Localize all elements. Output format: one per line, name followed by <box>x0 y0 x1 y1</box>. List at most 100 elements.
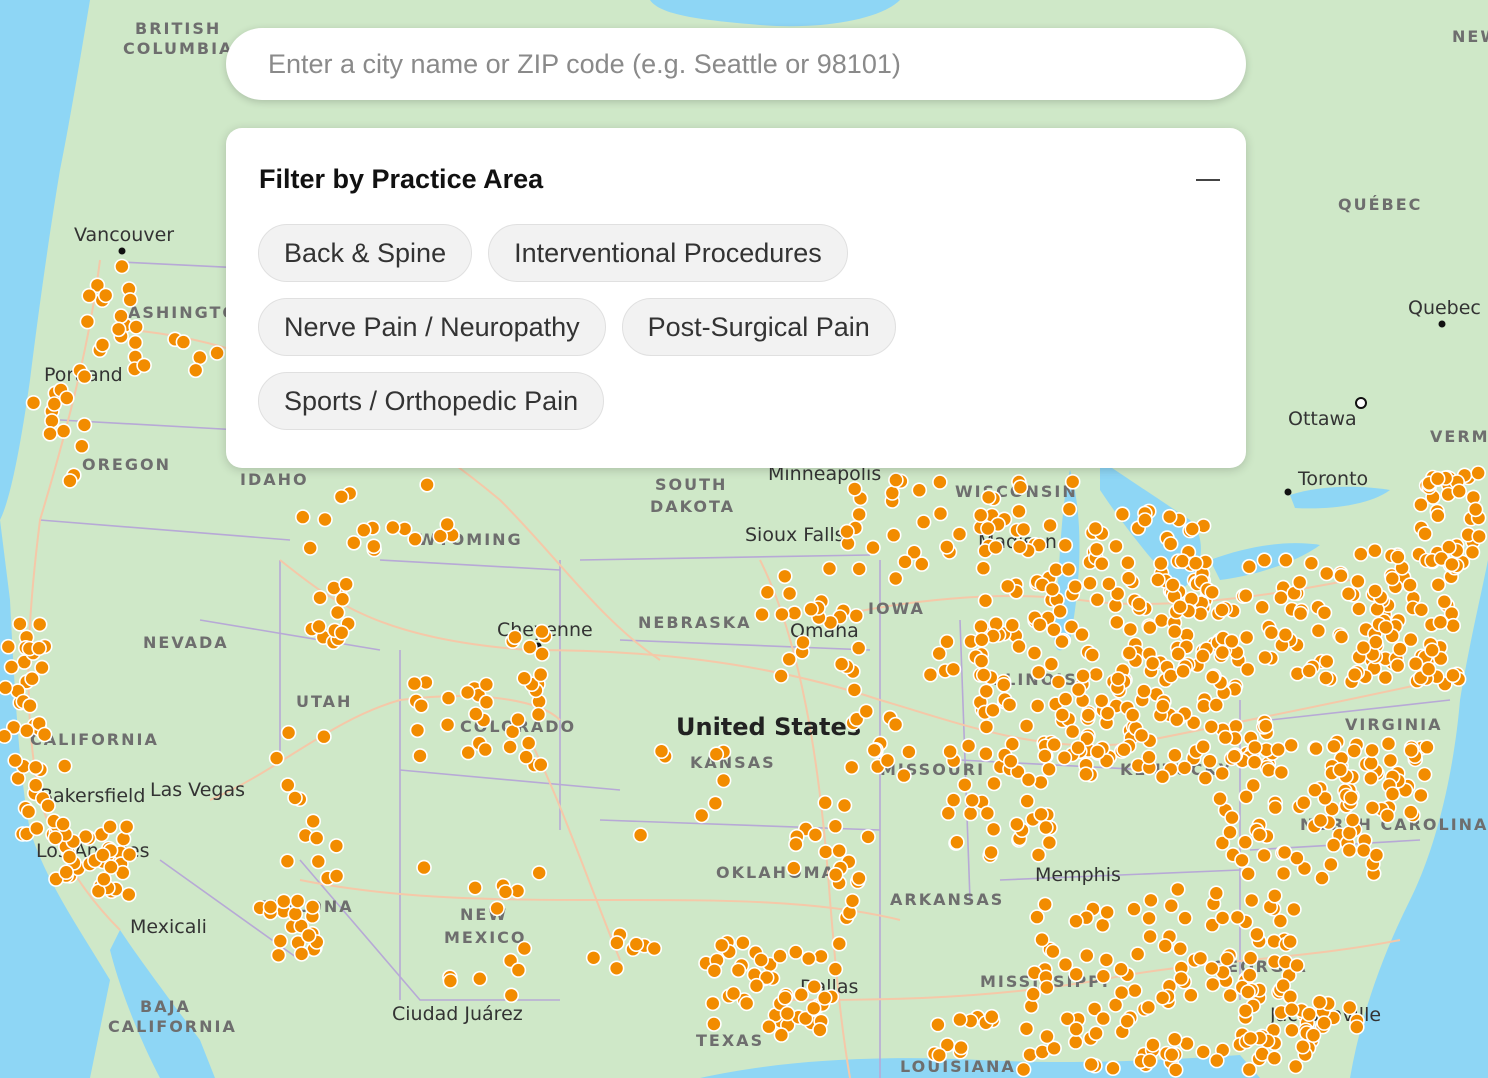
location-marker[interactable] <box>1308 740 1324 757</box>
location-marker[interactable] <box>439 516 456 533</box>
location-marker[interactable] <box>708 746 725 763</box>
location-marker[interactable] <box>860 829 876 845</box>
location-marker[interactable] <box>1379 807 1396 824</box>
location-marker[interactable] <box>532 756 549 773</box>
location-marker[interactable] <box>945 661 962 678</box>
location-marker[interactable] <box>76 368 93 385</box>
location-marker[interactable] <box>79 313 96 330</box>
location-marker[interactable] <box>738 995 755 1012</box>
location-marker[interactable] <box>1284 1022 1300 1039</box>
location-marker[interactable] <box>1026 645 1043 661</box>
location-marker[interactable] <box>1087 520 1104 537</box>
location-marker[interactable] <box>12 616 28 632</box>
location-marker[interactable] <box>1143 892 1159 909</box>
location-marker[interactable] <box>942 743 958 760</box>
location-marker[interactable] <box>1282 933 1298 950</box>
location-marker[interactable] <box>355 522 372 539</box>
location-marker[interactable] <box>1056 749 1073 766</box>
location-marker[interactable] <box>1420 661 1437 677</box>
location-marker[interactable] <box>887 716 904 733</box>
location-marker[interactable] <box>901 744 917 760</box>
location-marker[interactable] <box>805 1000 822 1017</box>
location-marker[interactable] <box>407 531 423 548</box>
location-marker[interactable] <box>1089 743 1106 760</box>
location-marker[interactable] <box>1144 655 1161 672</box>
location-marker[interactable] <box>978 719 995 735</box>
location-marker[interactable] <box>1222 987 1238 1004</box>
location-marker[interactable] <box>773 668 789 684</box>
location-marker[interactable] <box>995 676 1012 693</box>
location-marker[interactable] <box>36 726 53 743</box>
location-marker[interactable] <box>1184 521 1201 537</box>
location-marker[interactable] <box>1283 1001 1300 1018</box>
location-marker[interactable] <box>416 859 432 876</box>
location-marker[interactable] <box>1070 681 1087 698</box>
location-marker[interactable] <box>311 618 327 635</box>
location-marker[interactable] <box>1018 718 1035 734</box>
location-marker[interactable] <box>735 934 751 951</box>
location-marker[interactable] <box>761 1018 777 1035</box>
location-marker[interactable] <box>440 690 457 706</box>
location-marker[interactable] <box>1067 578 1083 595</box>
location-marker[interactable] <box>439 716 456 733</box>
location-marker[interactable] <box>338 576 355 593</box>
location-marker[interactable] <box>1349 1019 1365 1035</box>
location-marker[interactable] <box>1204 584 1220 601</box>
location-marker[interactable] <box>1208 697 1225 713</box>
location-marker[interactable] <box>74 438 90 455</box>
location-marker[interactable] <box>1266 1050 1283 1066</box>
location-marker[interactable] <box>1263 624 1280 641</box>
location-marker[interactable] <box>973 653 990 669</box>
location-marker[interactable] <box>1212 790 1228 807</box>
location-marker[interactable] <box>1251 826 1268 843</box>
location-marker[interactable] <box>1464 544 1481 561</box>
location-marker[interactable] <box>1142 619 1158 636</box>
location-marker[interactable] <box>978 683 995 700</box>
location-marker[interactable] <box>478 676 495 693</box>
location-marker[interactable] <box>800 950 817 967</box>
location-marker[interactable] <box>1187 555 1204 572</box>
location-marker[interactable] <box>467 879 483 896</box>
location-marker[interactable] <box>1033 806 1049 823</box>
location-marker[interactable] <box>516 670 533 687</box>
location-marker[interactable] <box>312 589 328 606</box>
location-marker[interactable] <box>1323 856 1339 873</box>
location-marker[interactable] <box>0 728 13 744</box>
location-marker[interactable] <box>1240 984 1256 1000</box>
location-marker[interactable] <box>42 425 58 442</box>
location-marker[interactable] <box>653 743 670 760</box>
location-marker[interactable] <box>1316 604 1333 621</box>
location-marker[interactable] <box>1175 663 1191 680</box>
location-marker[interactable] <box>1226 748 1243 765</box>
location-marker[interactable] <box>1164 1046 1180 1063</box>
location-marker[interactable] <box>1270 741 1286 758</box>
location-marker[interactable] <box>467 706 484 722</box>
location-marker[interactable] <box>1082 575 1098 592</box>
location-marker[interactable] <box>608 960 625 977</box>
location-marker[interactable] <box>1333 629 1350 645</box>
location-marker[interactable] <box>1403 804 1419 820</box>
location-marker[interactable] <box>1108 538 1124 555</box>
location-marker[interactable] <box>1238 629 1255 646</box>
location-marker[interactable] <box>287 906 304 922</box>
location-marker[interactable] <box>1095 1010 1112 1027</box>
filter-chip-back-spine[interactable]: Back & Spine <box>258 224 473 282</box>
location-marker[interactable] <box>1043 656 1060 672</box>
location-marker[interactable] <box>1019 793 1035 809</box>
location-marker[interactable] <box>1002 753 1019 770</box>
location-marker[interactable] <box>1039 1028 1055 1045</box>
location-marker[interactable] <box>1064 723 1081 740</box>
location-marker[interactable] <box>1257 649 1273 666</box>
location-marker[interactable] <box>609 935 625 951</box>
location-marker[interactable] <box>1099 904 1115 921</box>
location-marker[interactable] <box>817 844 834 860</box>
filter-chip-sports-orthopedic-pain[interactable]: Sports / Orthopedic Pain <box>258 372 605 430</box>
location-marker[interactable] <box>1169 711 1185 728</box>
location-marker[interactable] <box>1078 766 1094 783</box>
location-marker[interactable] <box>507 629 523 646</box>
location-marker[interactable] <box>1413 787 1429 804</box>
location-marker[interactable] <box>1295 1038 1311 1055</box>
location-marker[interactable] <box>866 742 883 759</box>
location-marker[interactable] <box>31 616 48 633</box>
location-marker[interactable] <box>1296 794 1312 811</box>
